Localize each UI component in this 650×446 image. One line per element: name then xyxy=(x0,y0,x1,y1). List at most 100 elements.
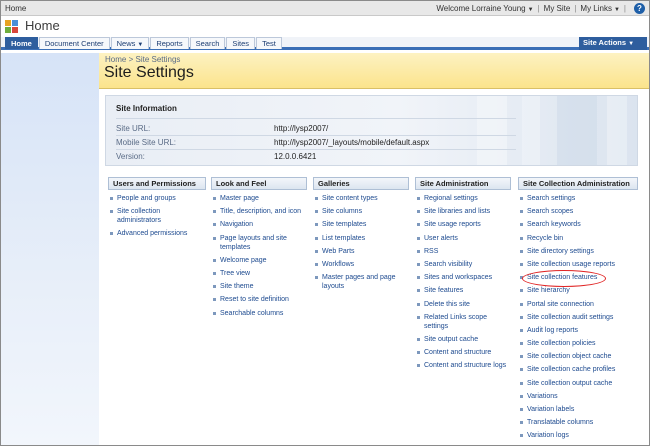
settings-link[interactable]: Search settings xyxy=(518,194,638,203)
page-title: Site Settings xyxy=(104,64,194,81)
settings-link[interactable]: Site templates xyxy=(313,220,409,229)
site-info-heading: Site Information xyxy=(116,104,177,113)
tab-news-label: News xyxy=(116,39,136,48)
welcome-menu[interactable]: Welcome Lorraine Young ▼ xyxy=(436,4,533,13)
settings-link[interactable]: Workflows xyxy=(313,260,409,269)
settings-link[interactable]: Audit log reports xyxy=(518,326,638,335)
link-list: People and groups Site collection admini… xyxy=(108,194,206,238)
global-bar: Home Welcome Lorraine Young ▼ | My Site |… xyxy=(1,1,649,16)
divider xyxy=(116,118,516,119)
welcome-label: Welcome Lorraine Young xyxy=(436,4,526,13)
site-actions-button[interactable]: Site Actions ▼ xyxy=(579,37,647,50)
tab-news[interactable]: News ▼ xyxy=(110,37,150,49)
site-actions-label: Site Actions xyxy=(583,38,627,47)
tab-test[interactable]: Test xyxy=(256,37,282,49)
settings-link[interactable]: Portal site connection xyxy=(518,300,638,309)
settings-link[interactable]: Site collection cache profiles xyxy=(518,365,638,374)
settings-link[interactable]: Site theme xyxy=(211,282,307,291)
settings-link[interactable]: Site collection policies xyxy=(518,339,638,348)
tab-reports[interactable]: Reports xyxy=(150,37,189,49)
settings-link[interactable]: Content and structure xyxy=(415,348,511,357)
global-links: Welcome Lorraine Young ▼ | My Site | My L… xyxy=(436,3,645,14)
divider xyxy=(116,149,516,150)
site-collection-features-link[interactable]: Site collection features xyxy=(518,273,638,282)
settings-link[interactable]: Searchable columns xyxy=(211,309,307,318)
version-value: 12.0.0.6421 xyxy=(274,152,317,161)
settings-link[interactable]: Translatable columns xyxy=(518,418,638,427)
settings-link[interactable]: Search visibility xyxy=(415,260,511,269)
settings-link[interactable]: Variation logs xyxy=(518,431,638,440)
settings-link[interactable]: Master pages and page layouts xyxy=(313,273,409,291)
site-url-value: http://lysp2007/ xyxy=(274,124,329,133)
settings-link[interactable]: Site content types xyxy=(313,194,409,203)
tab-sites[interactable]: Sites xyxy=(226,37,256,49)
settings-link[interactable]: Recycle bin xyxy=(518,234,638,243)
settings-link[interactable]: Master page xyxy=(211,194,307,203)
column-users-and-permissions: Users and Permissions People and groups … xyxy=(108,177,206,243)
left-nav-panel xyxy=(1,53,99,445)
tab-home[interactable]: Home xyxy=(5,37,38,49)
settings-link[interactable]: Site libraries and lists xyxy=(415,207,511,216)
settings-link[interactable]: Site collection audit settings xyxy=(518,313,638,322)
site-logo-icon xyxy=(5,20,19,34)
chevron-down-icon: ▼ xyxy=(613,7,620,13)
my-links-menu[interactable]: My Links ▼ xyxy=(580,4,620,13)
decorative-banner xyxy=(477,96,627,165)
settings-link[interactable]: Site collection object cache xyxy=(518,352,638,361)
breadcrumb-current: Site Settings xyxy=(135,55,181,64)
breadcrumb-home-link[interactable]: Home xyxy=(105,55,126,64)
settings-link[interactable]: Navigation xyxy=(211,220,307,229)
link-list: Regional settings Site libraries and lis… xyxy=(415,194,511,370)
column-galleries: Galleries Site content types Site column… xyxy=(313,177,409,295)
settings-link[interactable]: Site collection administrators xyxy=(108,207,206,225)
settings-link[interactable]: Search scopes xyxy=(518,207,638,216)
site-title[interactable]: Home xyxy=(25,18,60,33)
browser-page: Home Welcome Lorraine Young ▼ | My Site |… xyxy=(0,0,650,446)
settings-link[interactable]: Web Parts xyxy=(313,247,409,256)
settings-link[interactable]: Site columns xyxy=(313,207,409,216)
column-heading: Galleries xyxy=(313,177,409,190)
help-icon[interactable]: ? xyxy=(634,3,645,14)
settings-link[interactable]: Sites and workspaces xyxy=(415,273,511,282)
settings-link[interactable]: Title, description, and icon xyxy=(211,207,307,216)
settings-link[interactable]: Regional settings xyxy=(415,194,511,203)
page-header: Home > Site Settings Site Settings xyxy=(99,53,649,89)
settings-link[interactable]: Page layouts and site templates xyxy=(211,234,307,252)
tab-document-center[interactable]: Document Center xyxy=(38,37,110,49)
breadcrumb-separator: > xyxy=(128,55,134,64)
settings-link[interactable]: Search keywords xyxy=(518,220,638,229)
settings-link[interactable]: Site output cache xyxy=(415,335,511,344)
top-nav-bar: Home Document Center News ▼ Reports Searc… xyxy=(1,37,649,50)
settings-link[interactable]: Site hierarchy xyxy=(518,286,638,295)
settings-link[interactable]: Site usage reports xyxy=(415,220,511,229)
page-breadcrumb: Home > Site Settings xyxy=(105,55,180,64)
settings-link[interactable]: Content and structure logs xyxy=(415,361,511,370)
settings-link[interactable]: Variations xyxy=(518,392,638,401)
link-list: Master page Title, description, and icon… xyxy=(211,194,307,318)
settings-link[interactable]: Reset to site definition xyxy=(211,295,307,304)
tab-search[interactable]: Search xyxy=(189,37,226,49)
my-links-label: My Links xyxy=(580,4,612,13)
settings-link[interactable]: Site collection usage reports xyxy=(518,260,638,269)
separator: | xyxy=(537,4,540,13)
site-information-panel: Site Information Site URL: http://lysp20… xyxy=(105,95,638,166)
settings-link[interactable]: Related Links scope settings xyxy=(415,313,511,331)
settings-link[interactable]: People and groups xyxy=(108,194,206,203)
settings-link[interactable]: Tree view xyxy=(211,269,307,278)
my-site-link[interactable]: My Site xyxy=(544,4,571,13)
settings-link[interactable]: User alerts xyxy=(415,234,511,243)
global-breadcrumb[interactable]: Home xyxy=(5,4,26,13)
separator: | xyxy=(574,4,577,13)
mobile-url-label: Mobile Site URL: xyxy=(116,138,177,147)
settings-link[interactable]: Delete this site xyxy=(415,300,511,309)
chevron-down-icon: ▼ xyxy=(527,7,534,13)
settings-link[interactable]: Welcome page xyxy=(211,256,307,265)
settings-link[interactable]: Advanced permissions xyxy=(108,229,206,238)
settings-link[interactable]: RSS xyxy=(415,247,511,256)
settings-link[interactable]: Variation labels xyxy=(518,405,638,414)
settings-link[interactable]: Site collection output cache xyxy=(518,379,638,388)
settings-link[interactable]: Site features xyxy=(415,286,511,295)
settings-link[interactable]: List templates xyxy=(313,234,409,243)
settings-link[interactable]: Site directory settings xyxy=(518,247,638,256)
chevron-down-icon: ▼ xyxy=(628,41,635,47)
